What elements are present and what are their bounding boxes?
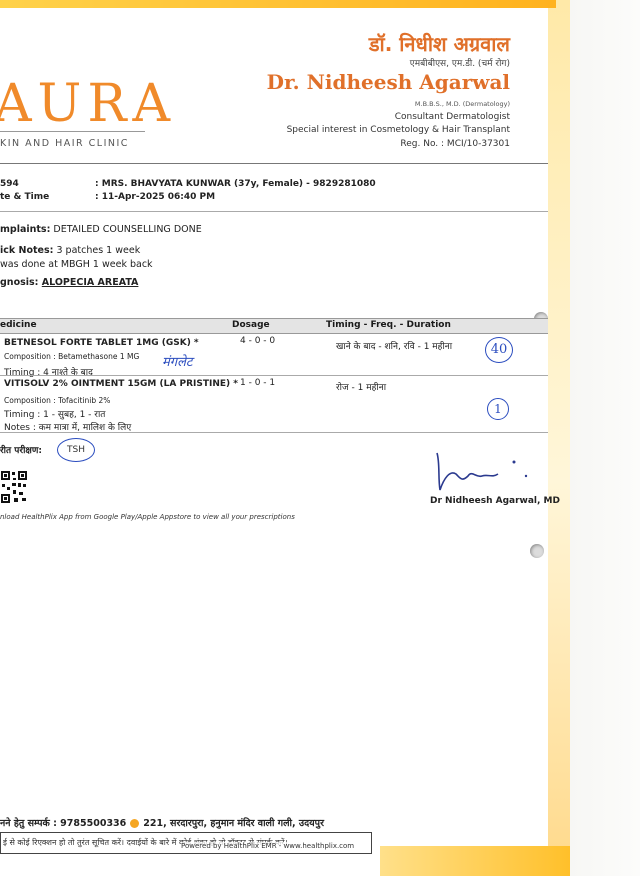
medicine-2-frequency: रोज - 1 महीना (336, 383, 387, 393)
diagnosis-value: ALOPECIA AREATA (41, 277, 139, 288)
header-medicine: edicine (0, 320, 37, 330)
medicine-1-composition: Composition : Betamethasone 1 MG (4, 352, 140, 361)
clinic-tagline: KIN AND HAIR CLINIC (0, 138, 129, 149)
doctor-degree-hindi: एमबीबीएस, एम.डी. (चर्म रोग) (409, 59, 510, 69)
header-timing: Timing - Freq. - Duration (326, 320, 451, 330)
doctor-title: Consultant Dermatologist (394, 112, 510, 122)
quick-notes-label: ick Notes: (0, 245, 54, 256)
header-divider (0, 163, 548, 164)
app-download-note: nload HealthPlix App from Google Play/Ap… (0, 513, 295, 521)
quick-notes-value: 3 patches 1 week (56, 245, 141, 256)
complaints: mplaints: DETAILED COUNSELLING DONE (0, 224, 202, 235)
doctor-name-hindi: डॉ. निधीश अग्रवाल (368, 32, 510, 56)
medicine-2-name: VITISOLV 2% OINTMENT 15GM (LA PRISTINE) … (4, 379, 238, 389)
tests-label: रीत परीक्षण: (0, 446, 42, 456)
diagnosis: gnosis: ALOPECIA AREATA (0, 277, 138, 288)
medicine-2-quantity-circle: 1 (487, 398, 509, 420)
diagnosis-label: gnosis: (0, 277, 39, 288)
doctor-signature-name: Dr Nidheesh Agarwal, MD (430, 496, 560, 506)
complaints-value: DETAILED COUNSELLING DONE (53, 224, 202, 235)
medicine-1-dosage: 4 - 0 - 0 (240, 336, 276, 346)
medicine-2-composition: Composition : Tofacitinib 2% (4, 396, 111, 405)
quick-notes: ick Notes: 3 patches 1 week (0, 245, 140, 256)
patient-id-label: 594 (0, 179, 19, 189)
contact-line: नने हेतु सम्पर्क : 9785500336 221, सरदारप… (0, 816, 324, 829)
medicine-table-header: edicine Dosage Timing - Freq. - Duration (0, 318, 548, 334)
medicine-1-name: BETNESOL FORTE TABLET 1MG (GSK) * (4, 338, 199, 348)
orange-side-band (548, 0, 570, 876)
doctor-degree: M.B.B.S., M.D. (Dermatology) (414, 100, 510, 108)
table-bottom-rule (0, 432, 548, 433)
doctor-name: Dr. Nidheesh Agarwal (266, 70, 510, 94)
medicine-1-handwritten-note: मंगलेट (162, 355, 193, 370)
contact-phone: नने हेतु सम्पर्क : 9785500336 (0, 818, 127, 829)
medicine-1-frequency: खाने के बाद - शनि, रवि - 1 महीना (336, 342, 453, 352)
patient-details: : MRS. BHAVYATA KUNWAR (37y, Female) - 9… (95, 179, 376, 189)
quick-notes-line2: was done at MBGH 1 week back (0, 259, 153, 270)
warning-box: ई से कोई रिएक्शन हो तो तुरंत सूचित करें।… (0, 832, 372, 854)
complaints-label: mplaints: (0, 224, 51, 235)
orange-bottom-band (380, 846, 570, 876)
bullet-dot-icon (130, 819, 140, 828)
medicine-1-timing: Timing : 4 नाश्ते के बाद (4, 368, 93, 378)
punch-hole (530, 544, 544, 558)
doctor-registration: Reg. No. : MCI/10-37301 (400, 139, 510, 149)
contact-address: 221, सरदारपुरा, हनुमान मंदिर वाली गली, उ… (143, 818, 324, 829)
qr-code-icon (0, 470, 28, 504)
prescription-page: AURA KIN AND HAIR CLINIC डॉ. निधीश अग्रव… (0, 0, 640, 876)
doctor-interest: Special interest in Cosmetology & Hair T… (286, 125, 510, 135)
medicine-1-quantity-circle: 40 (485, 337, 513, 363)
patient-divider (0, 211, 548, 212)
powered-by: Powered by HealthPlix EMR - www.healthpl… (181, 842, 355, 850)
doctor-signature-icon (436, 452, 528, 491)
test-tsh-circled: TSH (57, 438, 95, 462)
clinic-logo: AURA (0, 74, 177, 134)
header-dosage: Dosage (232, 320, 270, 330)
table-row-divider (0, 375, 548, 376)
orange-top-band (0, 0, 556, 8)
date-label: te & Time (0, 192, 50, 202)
medicine-2-timing: Timing : 1 - सुबह, 1 - रात (4, 410, 106, 420)
date-value: : 11-Apr-2025 06:40 PM (95, 192, 216, 202)
logo-divider (0, 131, 145, 132)
medicine-2-dosage: 1 - 0 - 1 (240, 378, 276, 388)
